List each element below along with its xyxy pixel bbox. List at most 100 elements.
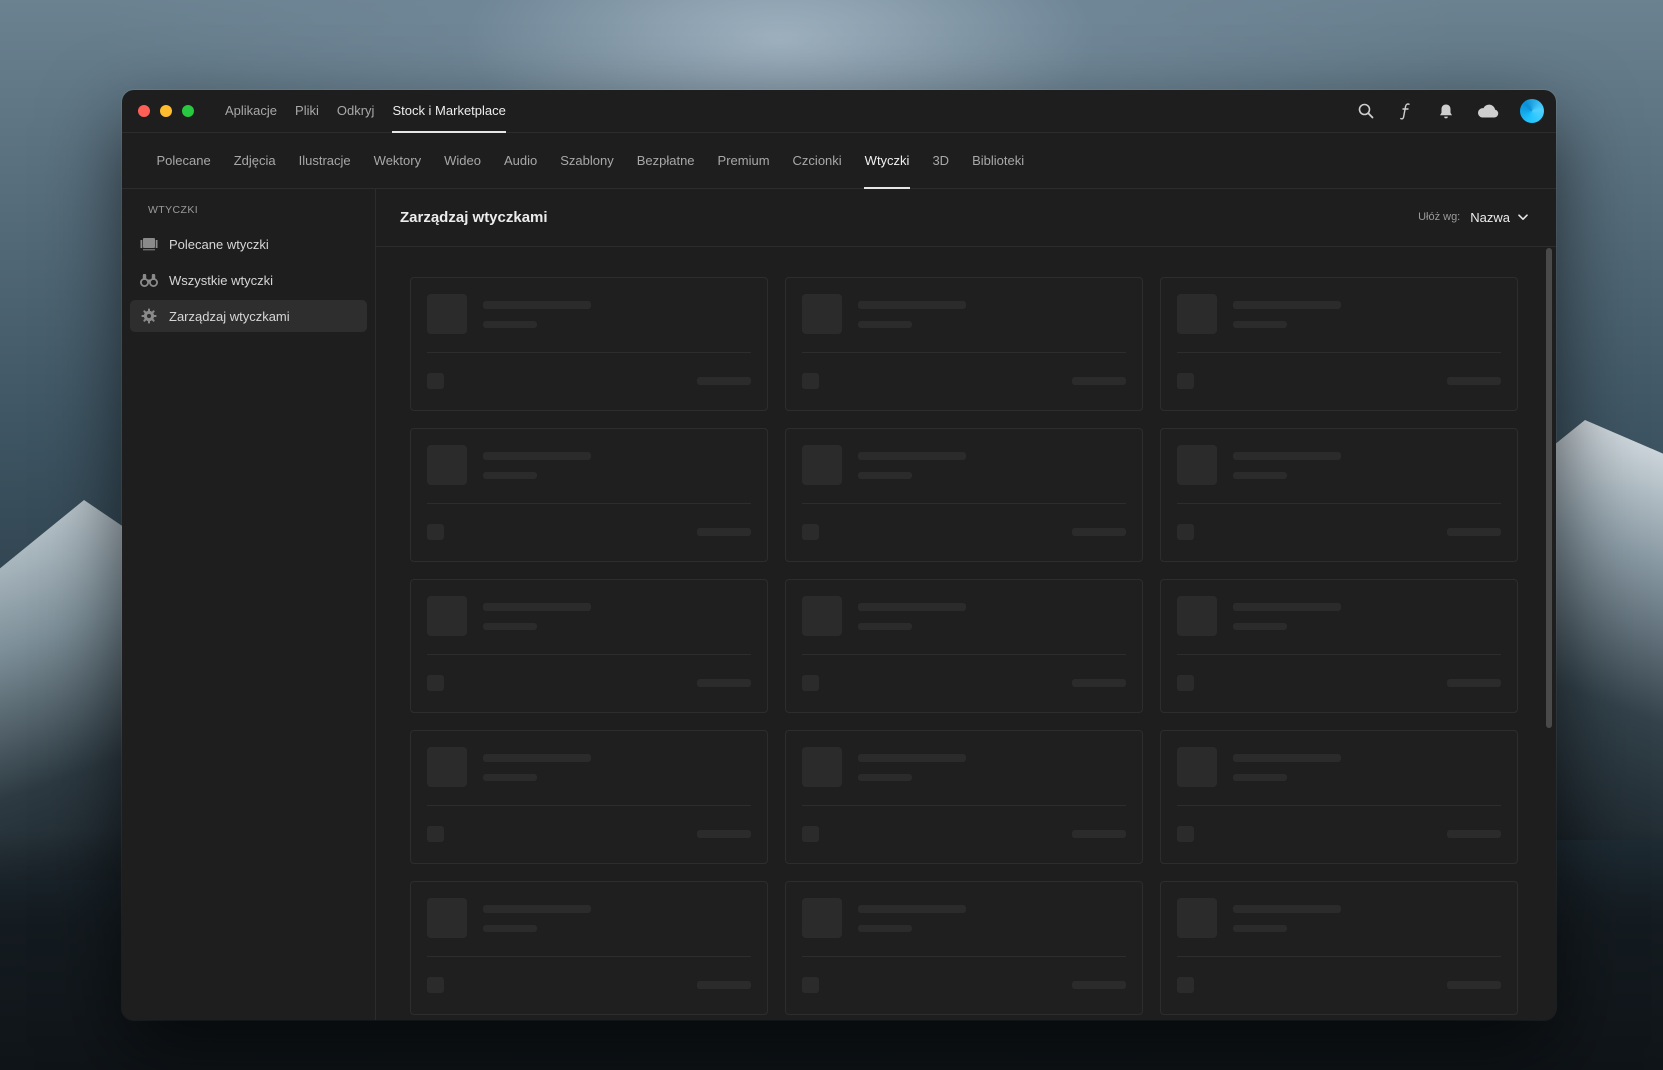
sidebar: WTYCZKI Polecane wtyczki Wszystkie wtycz…	[122, 188, 376, 1020]
plugin-card-skeleton	[1160, 428, 1518, 562]
skeleton-subtitle	[483, 925, 537, 932]
sidebar-item-manage-plugins[interactable]: Zarządzaj wtyczkami	[130, 300, 367, 332]
skeleton-action	[697, 830, 751, 838]
main-header: Zarządzaj wtyczkami Ułóż wg: Nazwa	[376, 188, 1556, 247]
skeleton-title	[1233, 905, 1341, 913]
skeleton-title	[1233, 301, 1341, 309]
window-controls	[138, 105, 194, 117]
skeleton-subtitle	[858, 925, 912, 932]
app-window: Aplikacje Pliki Odkryj Stock i Marketpla…	[122, 90, 1556, 1020]
skeleton-subtitle	[1233, 774, 1287, 781]
tab-audio[interactable]: Audio	[492, 133, 548, 188]
skeleton-title	[483, 603, 591, 611]
tab-polecane[interactable]: Polecane	[145, 133, 222, 188]
card-divider	[802, 654, 1126, 655]
sidebar-item-label: Polecane wtyczki	[169, 236, 269, 252]
skeleton-action	[1447, 830, 1501, 838]
featured-plugins-icon	[140, 235, 158, 253]
skeleton-checkbox	[427, 373, 444, 389]
skeleton-subtitle	[858, 623, 912, 630]
skeleton-title	[1233, 754, 1341, 762]
bell-icon[interactable]	[1436, 101, 1456, 121]
skeleton-title	[858, 754, 966, 762]
content-area: WTYCZKI Polecane wtyczki Wszystkie wtycz…	[122, 188, 1556, 1020]
maximize-window-button[interactable]	[182, 105, 194, 117]
app-nav-item-stock[interactable]: Stock i Marketplace	[383, 90, 514, 133]
sort-label: Ułóż wg:	[1418, 211, 1461, 223]
skeleton-thumbnail	[1177, 294, 1217, 334]
skeleton-title	[483, 452, 591, 460]
app-nav-item-aplikacje[interactable]: Aplikacje	[216, 90, 286, 132]
card-divider	[427, 352, 751, 353]
skeleton-subtitle	[483, 623, 537, 630]
scrollbar[interactable]	[1546, 248, 1552, 728]
skeleton-checkbox	[802, 675, 819, 691]
tab-wektory[interactable]: Wektory	[362, 133, 432, 188]
skeleton-checkbox	[427, 977, 444, 993]
minimize-window-button[interactable]	[160, 105, 172, 117]
card-divider	[1177, 503, 1501, 504]
plugin-card-skeleton	[410, 428, 768, 562]
tab-bezplatne[interactable]: Bezpłatne	[625, 133, 706, 188]
skeleton-action	[1447, 528, 1501, 536]
skeleton-action	[1447, 377, 1501, 385]
tab-ilustracje[interactable]: Ilustracje	[287, 133, 362, 188]
card-divider	[1177, 654, 1501, 655]
skeleton-thumbnail	[427, 747, 467, 787]
card-divider	[802, 352, 1126, 353]
skeleton-thumbnail	[1177, 445, 1217, 485]
sidebar-item-featured-plugins[interactable]: Polecane wtyczki	[130, 228, 367, 260]
skeleton-action	[697, 528, 751, 536]
app-nav-item-odkryj[interactable]: Odkryj	[328, 90, 384, 132]
skeleton-thumbnail	[427, 445, 467, 485]
skeleton-title	[858, 905, 966, 913]
tab-wideo[interactable]: Wideo	[433, 133, 493, 188]
sidebar-item-all-plugins[interactable]: Wszystkie wtyczki	[130, 264, 367, 296]
tab-3d[interactable]: 3D	[921, 133, 961, 188]
skeleton-title	[858, 301, 966, 309]
skeleton-checkbox	[802, 826, 819, 842]
skeleton-title	[1233, 452, 1341, 460]
chevron-down-icon	[1518, 213, 1528, 220]
skeleton-checkbox	[1177, 524, 1194, 540]
skeleton-action	[1447, 981, 1501, 989]
plugin-card-skeleton	[785, 277, 1143, 411]
skeleton-subtitle	[483, 321, 537, 328]
fonts-icon[interactable]	[1396, 101, 1416, 121]
plugin-card-skeleton	[1160, 730, 1518, 864]
plugin-card-skeleton	[1160, 579, 1518, 713]
tab-szablony[interactable]: Szablony	[549, 133, 625, 188]
card-divider	[1177, 352, 1501, 353]
title-bar: Aplikacje Pliki Odkryj Stock i Marketpla…	[122, 90, 1556, 133]
plugin-card-skeleton	[410, 579, 768, 713]
binoculars-icon	[140, 271, 158, 289]
tab-zdjecia[interactable]: Zdjęcia	[222, 133, 287, 188]
card-divider	[427, 654, 751, 655]
sidebar-heading: WTYCZKI	[148, 204, 199, 216]
skeleton-title	[483, 905, 591, 913]
tab-biblioteki[interactable]: Biblioteki	[961, 133, 1036, 188]
sort-control: Ułóż wg: Nazwa	[1418, 210, 1528, 225]
skeleton-subtitle	[1233, 472, 1287, 479]
sort-dropdown[interactable]: Nazwa	[1470, 210, 1528, 225]
gear-icon	[140, 307, 158, 325]
tab-wtyczki[interactable]: Wtyczki	[853, 133, 921, 189]
app-nav-item-pliki[interactable]: Pliki	[286, 90, 328, 132]
close-window-button[interactable]	[138, 105, 150, 117]
cloud-icon[interactable]	[1476, 101, 1500, 121]
skeleton-subtitle	[483, 774, 537, 781]
card-divider	[427, 805, 751, 806]
page-title: Zarządzaj wtyczkami	[400, 208, 548, 226]
search-icon[interactable]	[1356, 101, 1376, 121]
plugin-card-skeleton	[410, 730, 768, 864]
skeleton-action	[697, 981, 751, 989]
skeleton-action	[1072, 981, 1126, 989]
skeleton-thumbnail	[427, 294, 467, 334]
tab-premium[interactable]: Premium	[706, 133, 781, 188]
avatar[interactable]	[1520, 99, 1544, 123]
card-divider	[802, 956, 1126, 957]
skeleton-checkbox	[802, 373, 819, 389]
skeleton-thumbnail	[1177, 596, 1217, 636]
plugin-card-skeleton	[410, 881, 768, 1015]
tab-czcionki[interactable]: Czcionki	[781, 133, 853, 188]
